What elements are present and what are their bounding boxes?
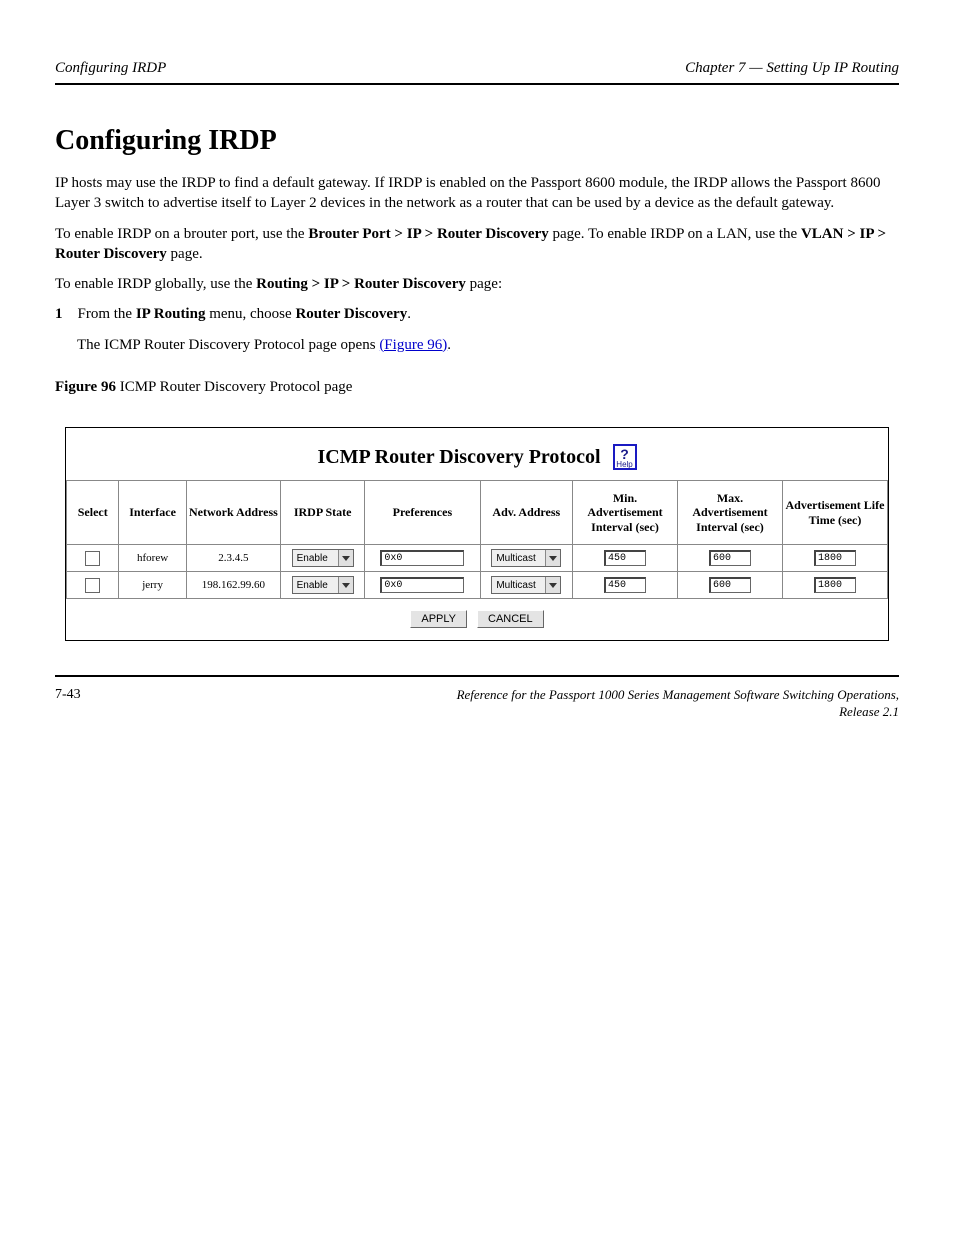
path-3: Routing > IP > Router Discovery — [256, 276, 466, 292]
figure-title: ICMP Router Discovery Protocol page — [120, 379, 353, 395]
path-paragraph: To enable IRDP on a brouter port, use th… — [55, 224, 899, 265]
header-left: Configuring IRDP — [55, 60, 166, 77]
step-number: 1 — [55, 306, 63, 322]
cell-interface: hforew — [119, 545, 186, 572]
col-life-time: Advertisement Life Time (sec) — [782, 481, 887, 545]
cancel-button[interactable]: CANCEL — [477, 610, 544, 628]
select-value: Multicast — [492, 580, 545, 591]
select-value: Multicast — [492, 553, 545, 564]
table-row: jerry 198.162.99.60 Enable Multicast — [67, 572, 888, 599]
row-select-checkbox[interactable] — [85, 578, 100, 593]
max-interval-input[interactable] — [709, 577, 751, 593]
col-adv-address: Adv. Address — [480, 481, 572, 545]
chevron-down-icon — [545, 550, 560, 566]
adv-address-select[interactable]: Multicast — [491, 549, 561, 567]
cell-network: 2.3.4.5 — [186, 545, 280, 572]
header-right: Chapter 7 — Setting Up IP Routing — [685, 60, 899, 77]
text: To enable IRDP globally, use the — [55, 276, 256, 292]
figure-link[interactable]: (Figure 96) — [379, 337, 447, 353]
text: To enable IRDP on a brouter port, use th… — [55, 226, 308, 242]
step-1-result: The ICMP Router Discovery Protocol page … — [77, 335, 899, 355]
irdp-state-select[interactable]: Enable — [292, 549, 354, 567]
col-network-address: Network Address — [186, 481, 280, 545]
figure-label: Figure 96 — [55, 379, 120, 395]
table-row: hforew 2.3.4.5 Enable Multicast — [67, 545, 888, 572]
step-1: 1 From the IP Routing menu, choose Route… — [77, 304, 899, 324]
col-min-interval: Min. Advertisement Interval (sec) — [573, 481, 678, 545]
text: page. To enable IRDP on a LAN, use the — [549, 226, 801, 242]
text: page. — [167, 246, 203, 262]
col-interface: Interface — [119, 481, 186, 545]
select-value: Enable — [293, 553, 338, 564]
panel-title: ICMP Router Discovery Protocol — [317, 446, 600, 469]
button-row: APPLY CANCEL — [66, 599, 888, 640]
irdp-screenshot: ICMP Router Discovery Protocol ? Help Se… — [65, 427, 889, 641]
book-line-1: Reference for the Passport 1000 Series M… — [457, 687, 899, 702]
text: The ICMP Router Discovery Protocol page … — [77, 337, 379, 353]
top-rule — [55, 83, 899, 85]
menu-2: Router Discovery — [295, 306, 407, 322]
intro-paragraph: IP hosts may use the IRDP to find a defa… — [55, 173, 899, 214]
col-max-interval: Max. Advertisement Interval (sec) — [677, 481, 782, 545]
irdp-table: Select Interface Network Address IRDP St… — [66, 480, 888, 599]
text: From the — [78, 306, 136, 322]
help-label: Help — [616, 460, 632, 469]
col-irdp-state: IRDP State — [281, 481, 365, 545]
adv-address-select[interactable]: Multicast — [491, 576, 561, 594]
preferences-input[interactable] — [380, 550, 464, 566]
section-title: Configuring IRDP — [55, 125, 899, 157]
chevron-down-icon — [338, 577, 353, 593]
max-interval-input[interactable] — [709, 550, 751, 566]
preferences-input[interactable] — [380, 577, 464, 593]
book-title: Reference for the Passport 1000 Series M… — [457, 687, 899, 721]
text: . — [407, 306, 411, 322]
page-number: 7-43 — [55, 687, 81, 703]
figure-caption: Figure 96 ICMP Router Discovery Protocol… — [55, 377, 899, 397]
text: menu, choose — [205, 306, 295, 322]
cell-network: 198.162.99.60 — [186, 572, 280, 599]
life-time-input[interactable] — [814, 550, 856, 566]
path-1: Brouter Port > IP > Router Discovery — [308, 226, 548, 242]
min-interval-input[interactable] — [604, 577, 646, 593]
text: . — [447, 337, 451, 353]
col-preferences: Preferences — [365, 481, 480, 545]
cell-interface: jerry — [119, 572, 186, 599]
footer-rule — [55, 675, 899, 677]
select-value: Enable — [293, 580, 338, 591]
row-select-checkbox[interactable] — [85, 551, 100, 566]
help-icon[interactable]: ? Help — [613, 444, 637, 470]
irdp-state-select[interactable]: Enable — [292, 576, 354, 594]
min-interval-input[interactable] — [604, 550, 646, 566]
chevron-down-icon — [545, 577, 560, 593]
book-line-2: Release 2.1 — [839, 704, 899, 719]
chevron-down-icon — [338, 550, 353, 566]
global-paragraph: To enable IRDP globally, use the Routing… — [55, 274, 899, 294]
life-time-input[interactable] — [814, 577, 856, 593]
text: page: — [466, 276, 502, 292]
menu-1: IP Routing — [136, 306, 206, 322]
col-select: Select — [67, 481, 119, 545]
apply-button[interactable]: APPLY — [410, 610, 467, 628]
